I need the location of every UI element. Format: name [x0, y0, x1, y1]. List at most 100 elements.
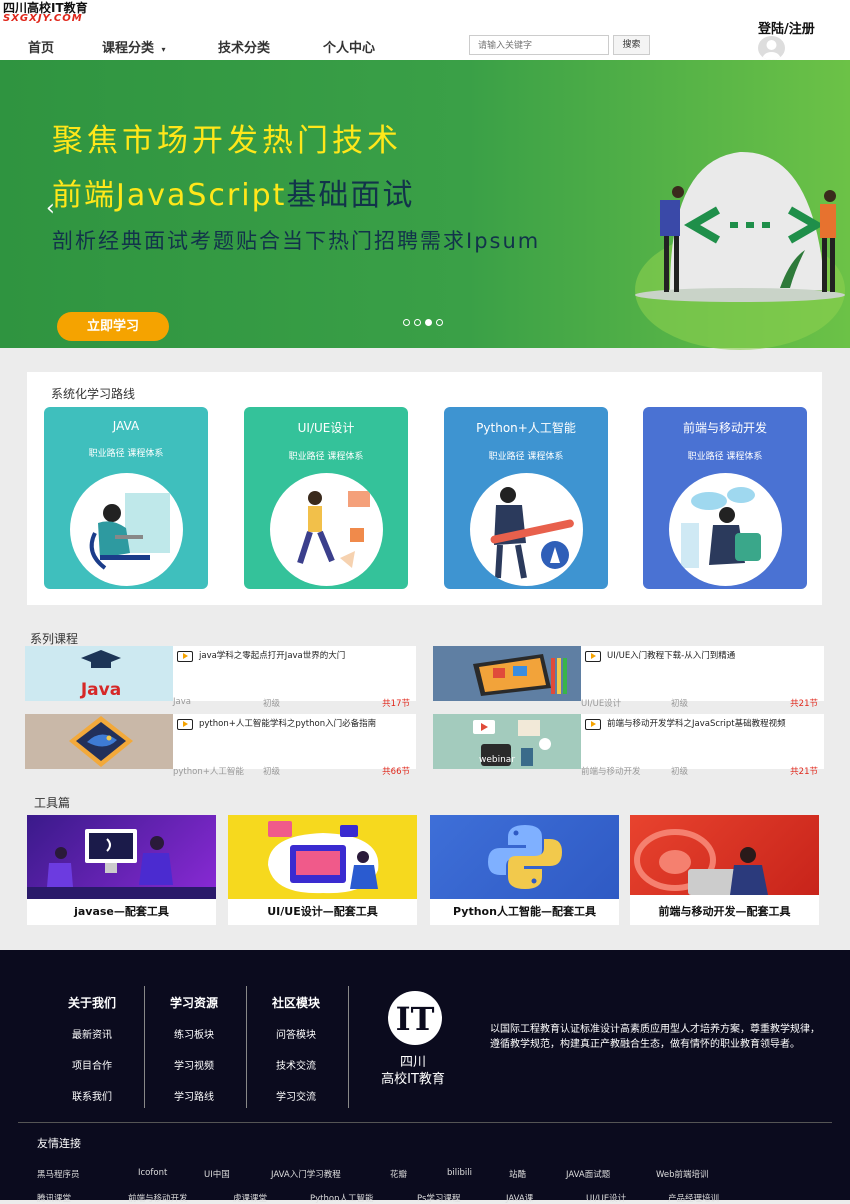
footer-link[interactable]: 练习板块 [154, 1026, 234, 1057]
tool-name: UI/UE设计—配套工具 [267, 905, 378, 918]
friend-link[interactable]: Icofont [138, 1168, 167, 1178]
friend-link[interactable]: Python人工智能 [310, 1192, 373, 1204]
tool-card[interactable]: UI/UE设计—配套工具 [228, 815, 417, 925]
course-card[interactable]: python+人工智能学科之python入门必备指南 python+人工智能 初… [25, 714, 416, 777]
course-thumbnail [25, 714, 173, 769]
course-title[interactable]: UI/UE入门教程下载-从入门到精通 [607, 650, 817, 663]
friend-link[interactable]: UI中国 [204, 1168, 230, 1180]
course-level: 初级 [263, 699, 281, 709]
footer-column-resources: 学习资源 练习板块 学习视频 学习路线 [154, 994, 234, 1119]
course-category: Java [173, 697, 191, 707]
tool-name: javase—配套工具 [74, 905, 169, 918]
logo-domain: SXGXJY.COM [3, 13, 83, 24]
friend-link[interactable]: JAVA面试题 [566, 1168, 610, 1180]
nav-home[interactable]: 首页 [28, 37, 54, 56]
video-play-icon [177, 719, 193, 730]
course-title[interactable]: python+人工智能学科之python入门必备指南 [199, 718, 409, 731]
banner-subtitle: 剖析经典面试考题贴合当下热门招聘需求Ipsum [52, 229, 541, 253]
route-card-frontend-mobile[interactable]: 前端与移动开发 职业路径 课程体系 [643, 407, 807, 589]
footer-link[interactable]: 学习路线 [154, 1088, 234, 1119]
video-play-icon [585, 719, 601, 730]
search-button[interactable]: 搜索 [613, 35, 650, 55]
footer-column-heading: 关于我们 [67, 996, 116, 1010]
footer-column-heading: 学习资源 [169, 996, 218, 1010]
coding-illustration [635, 151, 845, 350]
course-title[interactable]: java学科之零起点打开Java世界的大门 [199, 650, 409, 663]
footer-logo-icon: IT [388, 991, 442, 1045]
footer-link[interactable]: 技术交流 [256, 1057, 336, 1088]
friend-link[interactable]: Web前端培训 [656, 1168, 709, 1180]
carousel-prev-icon[interactable]: ‹ [46, 196, 55, 221]
banner-headline: 聚焦市场开发热门技术 [52, 123, 402, 159]
friend-link[interactable]: Ps学习课程 [417, 1192, 460, 1204]
tool-thumbnail [27, 815, 216, 899]
friend-link[interactable]: 前端与移动开发 [128, 1192, 188, 1204]
footer-link[interactable]: 学习交流 [256, 1088, 336, 1119]
top-bar: 四川高校IT教育 SXGXJY.COM 首页 课程分类 ▾ 技术分类 个人中心 … [0, 0, 850, 60]
carousel-dot[interactable] [436, 319, 443, 326]
tool-card[interactable]: 前端与移动开发—配套工具 [630, 815, 819, 925]
tool-thumbnail [430, 815, 619, 899]
footer-link[interactable]: 最新资讯 [52, 1026, 132, 1057]
footer-brand-line2: 高校IT教育 [381, 1072, 445, 1087]
course-level: 初级 [671, 767, 689, 777]
carousel-dots [403, 319, 443, 326]
route-card-illustration [70, 473, 183, 586]
nav-course-category[interactable]: 课程分类 ▾ [102, 37, 166, 56]
user-avatar-icon[interactable] [758, 36, 785, 60]
course-level: 初级 [671, 699, 689, 709]
course-title[interactable]: 前端与移动开发学科之JavaScript基础教程视频 [607, 718, 817, 731]
route-card-illustration [470, 473, 583, 586]
carousel-dot[interactable] [403, 319, 410, 326]
friend-link[interactable]: 产品经理培训 [668, 1192, 719, 1204]
footer-link[interactable]: 问答模块 [256, 1026, 336, 1057]
route-card-title: UI/UE设计 [297, 421, 355, 435]
friend-link[interactable]: 虎课课堂 [233, 1192, 267, 1204]
footer-column-community: 社区模块 问答模块 技术交流 学习交流 [256, 994, 336, 1119]
course-thumbnail-text: Java [80, 680, 121, 700]
login-register-link[interactable]: 登陆/注册 [758, 18, 815, 37]
site-logo[interactable]: 四川高校IT教育 SXGXJY.COM [3, 2, 88, 24]
friend-link[interactable]: bilibili [447, 1168, 472, 1178]
carousel-dot[interactable] [414, 319, 421, 326]
banner-title-prefix: 前端JavaScript [52, 178, 287, 213]
tool-card[interactable]: javase—配套工具 [27, 815, 216, 925]
course-card[interactable]: UI/UE入门教程下载-从入门到精通 UI/UE设计 初级 共21节 [433, 646, 824, 709]
learning-route-panel: 系统化学习路线 JAVA 职业路径 课程体系 UI/UE设计 职业路径 课程体系… [27, 372, 822, 605]
footer-brand-name: 四川 高校IT教育 [370, 1054, 456, 1088]
route-card-python-ai[interactable]: Python+人工智能 职业路径 课程体系 [444, 407, 608, 589]
nav-personal-center[interactable]: 个人中心 [323, 37, 375, 56]
video-play-icon [585, 651, 601, 662]
footer-divider-line [18, 1122, 832, 1123]
friend-link[interactable]: JAVA入门学习教程 [271, 1168, 341, 1180]
friend-link[interactable]: 腾讯课堂 [37, 1192, 71, 1204]
nav-tech-category[interactable]: 技术分类 [218, 37, 270, 56]
search-input[interactable] [469, 35, 609, 55]
footer-link[interactable]: 项目合作 [52, 1057, 132, 1088]
carousel-dot-active[interactable] [425, 319, 432, 326]
site-footer: 关于我们 最新资讯 项目合作 联系我们 学习资源 练习板块 学习视频 学习路线 … [0, 950, 850, 1204]
route-card-ui-ue[interactable]: UI/UE设计 职业路径 课程体系 [244, 407, 408, 589]
friend-link[interactable]: 站酷 [509, 1168, 526, 1180]
footer-column-heading: 社区模块 [271, 996, 320, 1010]
course-card[interactable]: webinar 前端与移动开发学科之JavaScript基础教程视频 前端与移动… [433, 714, 824, 777]
course-card[interactable]: Java java学科之零起点打开Java世界的大门 Java 初级 共17节 [25, 646, 416, 709]
route-card-subtitle: 职业路径 课程体系 [687, 452, 763, 462]
video-play-icon [177, 651, 193, 662]
route-card-illustration [669, 473, 782, 586]
tool-name: 前端与移动开发—配套工具 [658, 905, 791, 918]
friend-link[interactable]: 黑马程序员 [37, 1168, 80, 1180]
footer-link[interactable]: 联系我们 [52, 1088, 132, 1119]
footer-link[interactable]: 学习视频 [154, 1057, 234, 1088]
friend-link[interactable]: JAVA课 [506, 1192, 533, 1204]
route-card-illustration [270, 473, 383, 586]
route-card-java[interactable]: JAVA 职业路径 课程体系 [44, 407, 208, 589]
course-thumbnail: Java [25, 646, 173, 701]
friend-link[interactable]: UI/UE设计 [586, 1192, 626, 1204]
route-card-title: JAVA [112, 419, 140, 433]
tool-card[interactable]: Python人工智能—配套工具 [430, 815, 619, 925]
friend-link[interactable]: 花瓣 [390, 1168, 407, 1180]
course-thumbnail-text: webinar [479, 755, 515, 765]
start-learning-button[interactable]: 立即学习 [57, 312, 169, 341]
course-lesson-count: 共21节 [790, 767, 818, 777]
